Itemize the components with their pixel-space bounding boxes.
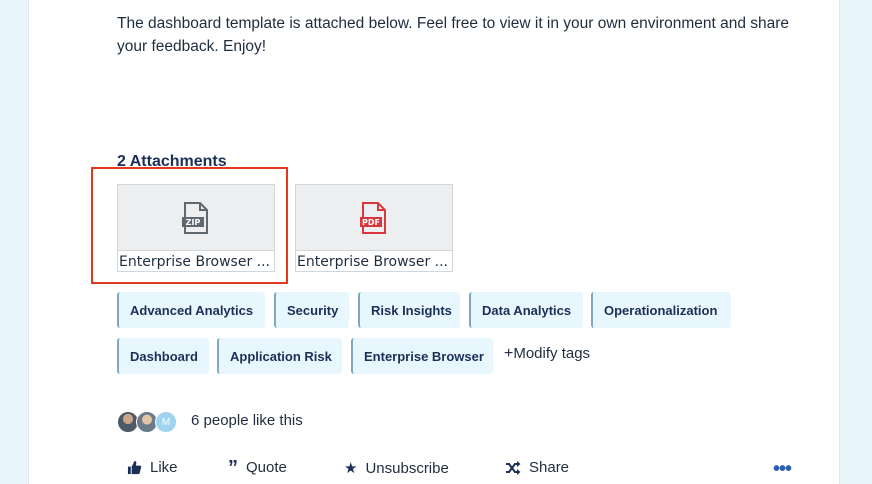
tag-application-risk[interactable]: Application Risk: [217, 338, 342, 374]
unsubscribe-label: Unsubscribe: [365, 459, 449, 477]
thumbs-up-icon: [127, 460, 142, 475]
likes-count-text[interactable]: 6 people like this: [191, 412, 303, 429]
attachment-tile-pdf[interactable]: PDF Enterprise Browser ...: [295, 184, 453, 272]
quote-button[interactable]: ” Quote: [228, 456, 287, 479]
attachment-name: Enterprise Browser ...: [297, 254, 448, 270]
tag-risk-insights[interactable]: Risk Insights: [358, 292, 460, 328]
share-label: Share: [529, 459, 570, 476]
quote-label: Quote: [246, 459, 287, 476]
tag-data-analytics[interactable]: Data Analytics: [469, 292, 583, 328]
plus-icon: +: [504, 345, 514, 362]
more-options-icon[interactable]: •••: [773, 458, 792, 481]
unsubscribe-button[interactable]: ★ Unsubscribe: [344, 459, 449, 478]
share-button[interactable]: Share: [505, 459, 569, 476]
tag-operationalization[interactable]: Operationalization: [591, 292, 731, 328]
highlight-box: [91, 167, 288, 284]
quote-icon: ”: [228, 456, 238, 479]
tag-enterprise-browser[interactable]: Enterprise Browser: [351, 338, 493, 374]
attachment-thumbnail: PDF: [296, 185, 452, 251]
post-body: The dashboard template is attached below…: [117, 15, 790, 55]
like-label: Like: [150, 459, 178, 476]
shuffle-icon: [506, 460, 521, 475]
tag-advanced-analytics[interactable]: Advanced Analytics: [117, 292, 265, 328]
tag-security[interactable]: Security: [274, 292, 349, 328]
like-button[interactable]: Like: [127, 459, 178, 476]
pdf-label: PDF: [362, 218, 380, 227]
star-icon: ★: [344, 460, 358, 477]
tag-dashboard[interactable]: Dashboard: [117, 338, 209, 374]
pdf-file-icon: PDF: [360, 201, 386, 234]
avatar-initial[interactable]: M: [155, 411, 177, 433]
modify-tags-label: Modify tags: [513, 345, 591, 362]
modify-tags-button[interactable]: +Modify tags: [504, 345, 590, 363]
